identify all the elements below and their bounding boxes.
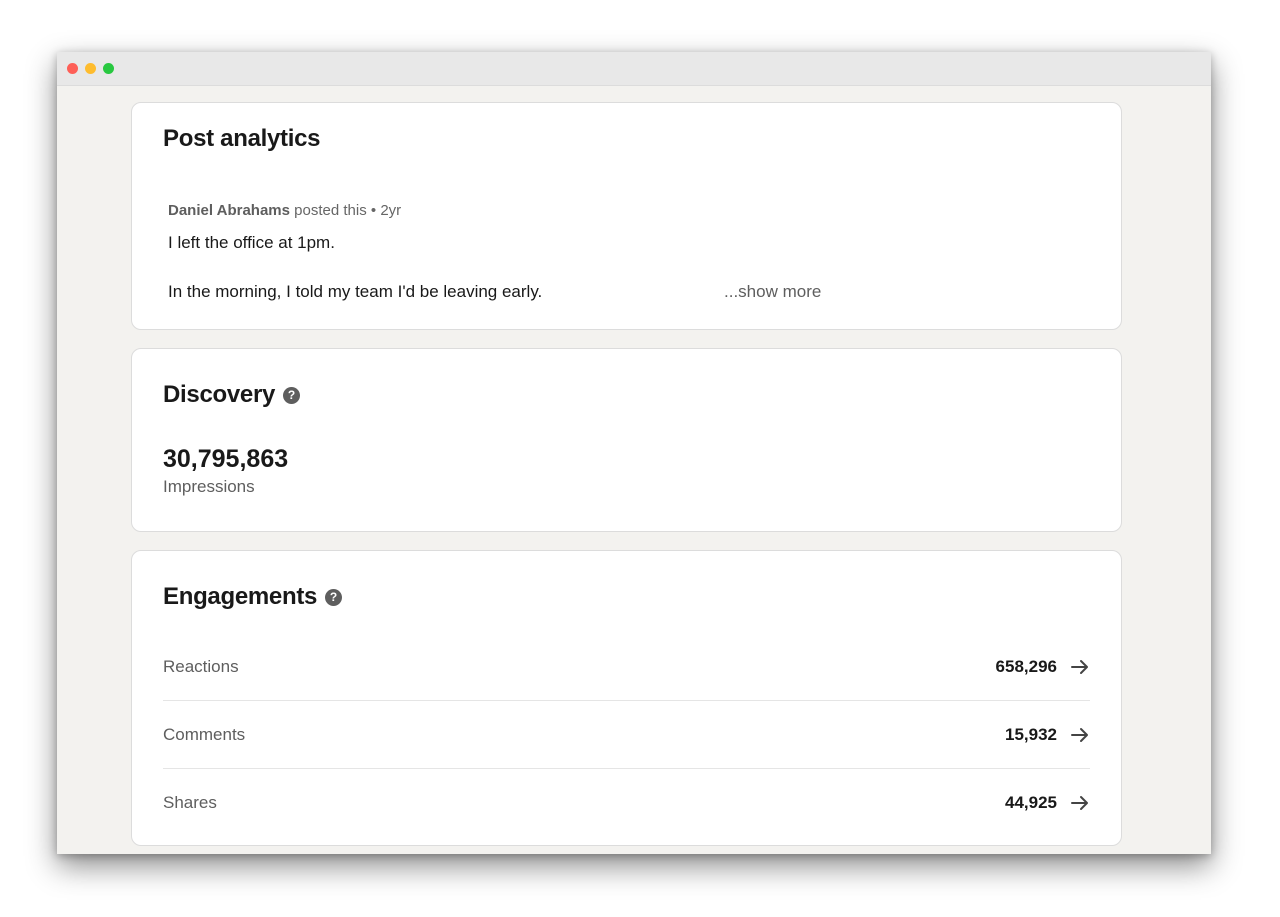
engagement-row-reactions[interactable]: Reactions 658,296 — [163, 633, 1090, 701]
arrow-right-icon[interactable] — [1070, 725, 1090, 745]
post-author[interactable]: Daniel Abrahams — [168, 202, 290, 219]
minimize-window-button[interactable] — [85, 63, 96, 74]
close-window-button[interactable] — [67, 63, 78, 74]
discovery-title: Discovery? — [163, 381, 301, 409]
engagement-label: Comments — [163, 725, 246, 744]
engagement-value: 15,932 — [1005, 725, 1057, 744]
question-circle-icon[interactable]: ? — [283, 387, 301, 404]
post-text-line-2: In the morning, I told my team I'd be le… — [168, 282, 543, 301]
discovery-title-text: Discovery — [163, 381, 276, 408]
browser-window: Post analytics Daniel Abrahams posted th… — [57, 52, 1211, 854]
discovery-card: Discovery? 30,795,863 Impressions — [131, 348, 1122, 532]
page-title: Post analytics — [163, 125, 321, 152]
engagement-label: Reactions — [163, 657, 239, 676]
post-analytics-card: Post analytics Daniel Abrahams posted th… — [131, 102, 1122, 330]
engagement-row-comments[interactable]: Comments 15,932 — [163, 701, 1090, 769]
engagements-title-text: Engagements — [163, 583, 318, 610]
arrow-right-icon[interactable] — [1070, 793, 1090, 813]
engagements-card: Engagements? Reactions 658,296 Comments … — [131, 550, 1122, 846]
impressions-value: 30,795,863 — [163, 445, 289, 473]
engagement-label: Shares — [163, 793, 217, 812]
post-age: 2yr — [380, 202, 402, 219]
engagement-value: 44,925 — [1005, 793, 1057, 812]
meta-separator: • — [370, 202, 377, 219]
arrow-right-icon[interactable] — [1070, 657, 1090, 677]
engagements-title: Engagements? — [163, 583, 343, 611]
post-action: posted this — [294, 202, 367, 219]
impressions-label: Impressions — [163, 477, 255, 496]
post-text-line-1: I left the office at 1pm. — [168, 233, 335, 252]
engagements-list: Reactions 658,296 Comments 15,932 Shares… — [163, 633, 1090, 836]
question-circle-icon[interactable]: ? — [325, 589, 343, 606]
engagement-row-shares[interactable]: Shares 44,925 — [163, 769, 1090, 836]
maximize-window-button[interactable] — [103, 63, 114, 74]
title-bar — [57, 52, 1211, 86]
show-more-link[interactable]: ...show more — [724, 282, 821, 302]
post-meta: Daniel Abrahams posted this • 2yr — [168, 202, 401, 219]
engagement-value: 658,296 — [995, 657, 1057, 676]
